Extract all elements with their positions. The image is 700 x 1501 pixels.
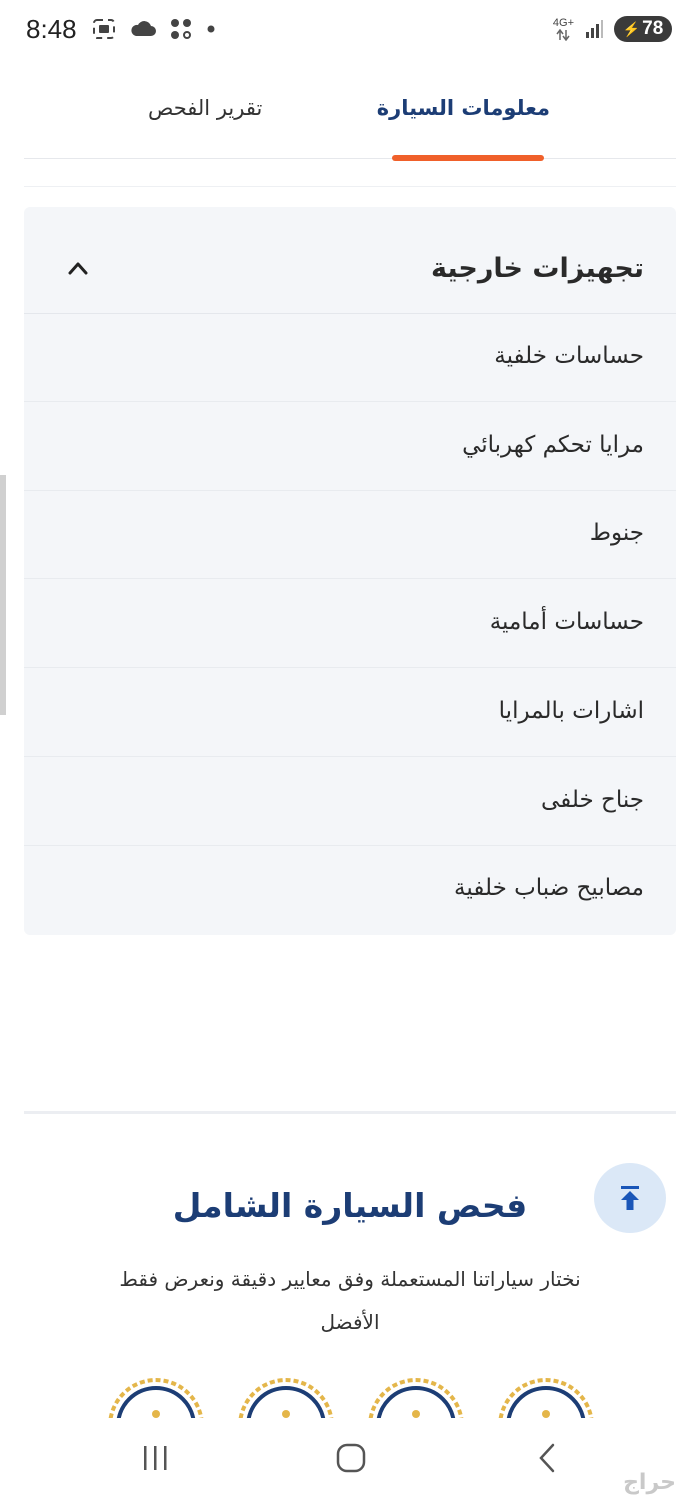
screenshot-icon: [93, 19, 115, 39]
tab-bar: معلومات السيارة تقرير الفحص: [24, 62, 676, 161]
list-item: حساسات أمامية: [24, 579, 676, 668]
status-notification-icons: [92, 18, 216, 40]
tab-car-info[interactable]: معلومات السيارة: [377, 96, 550, 120]
status-bar: 8:48 4G+ ⚡ 78: [0, 0, 700, 62]
back-icon: [539, 1443, 555, 1473]
tab-inspection-report[interactable]: تقرير الفحص: [148, 96, 262, 120]
watermark-logo: حراج: [623, 1470, 676, 1495]
status-system-icons: 4G+ ⚡ 78: [553, 16, 672, 42]
cloud-icon: [131, 21, 156, 36]
active-tab-indicator: [392, 155, 544, 161]
data-arrows-icon: [556, 28, 571, 41]
accordion-header[interactable]: تجهيزات خارجية: [24, 207, 676, 314]
signal-icon: [586, 20, 603, 38]
list-item-label: جناح خلفى: [541, 787, 644, 813]
scrollbar[interactable]: [0, 475, 6, 715]
footer-title: فحص السيارة الشامل: [172, 1186, 528, 1225]
list-item: مصابيح ضباب خلفية: [24, 845, 676, 933]
quality-seal-icon: [108, 1378, 204, 1418]
accordion-exterior-equipment: تجهيزات خارجية حساسات خلفية مرايا تحكم ك…: [24, 207, 676, 935]
home-icon: [336, 1443, 366, 1473]
list-item: جنوط: [24, 490, 676, 579]
list-item: مرايا تحكم كهربائي: [24, 402, 676, 491]
quality-seal-icon: [498, 1378, 594, 1418]
list-item-label: مرايا تحكم كهربائي: [462, 432, 644, 458]
divider: [24, 186, 676, 187]
list-item: جناح خلفى: [24, 757, 676, 846]
quality-seal-icon: [368, 1378, 464, 1418]
list-item-label: اشارات بالمرايا: [498, 698, 644, 724]
dots-icon: [171, 19, 191, 39]
list-item-label: جنوط: [589, 520, 644, 546]
system-nav-bar: حراج: [0, 1418, 700, 1501]
network-type: 4G+: [552, 16, 574, 29]
accordion-title: تجهيزات خارجية: [430, 253, 644, 284]
status-time: 8:48: [26, 14, 77, 44]
back-button[interactable]: [522, 1438, 572, 1478]
recent-apps-button[interactable]: [130, 1438, 180, 1478]
dot-icon: [207, 25, 215, 33]
list-item-label: حساسات أمامية: [489, 609, 644, 635]
home-button[interactable]: [326, 1438, 376, 1478]
recent-apps-icon: [144, 1446, 167, 1470]
battery-indicator: ⚡ 78: [614, 16, 672, 42]
charging-icon: ⚡: [622, 20, 641, 37]
section-divider: [24, 1111, 676, 1114]
list-item: حساسات خلفية: [24, 313, 676, 402]
battery-level: 78: [642, 18, 664, 39]
list-item: اشارات بالمرايا: [24, 668, 676, 757]
quality-badges: [0, 1378, 700, 1418]
footer-description: نختار سياراتنا المستعملة وفق معايير دقيق…: [119, 1267, 581, 1334]
network-indicator: 4G+: [552, 16, 574, 41]
quality-seal-icon: [238, 1378, 334, 1418]
list-item-label: حساسات خلفية: [494, 343, 644, 369]
list-item-label: مصابيح ضباب خلفية: [454, 875, 644, 901]
chevron-up-icon[interactable]: [66, 259, 90, 277]
